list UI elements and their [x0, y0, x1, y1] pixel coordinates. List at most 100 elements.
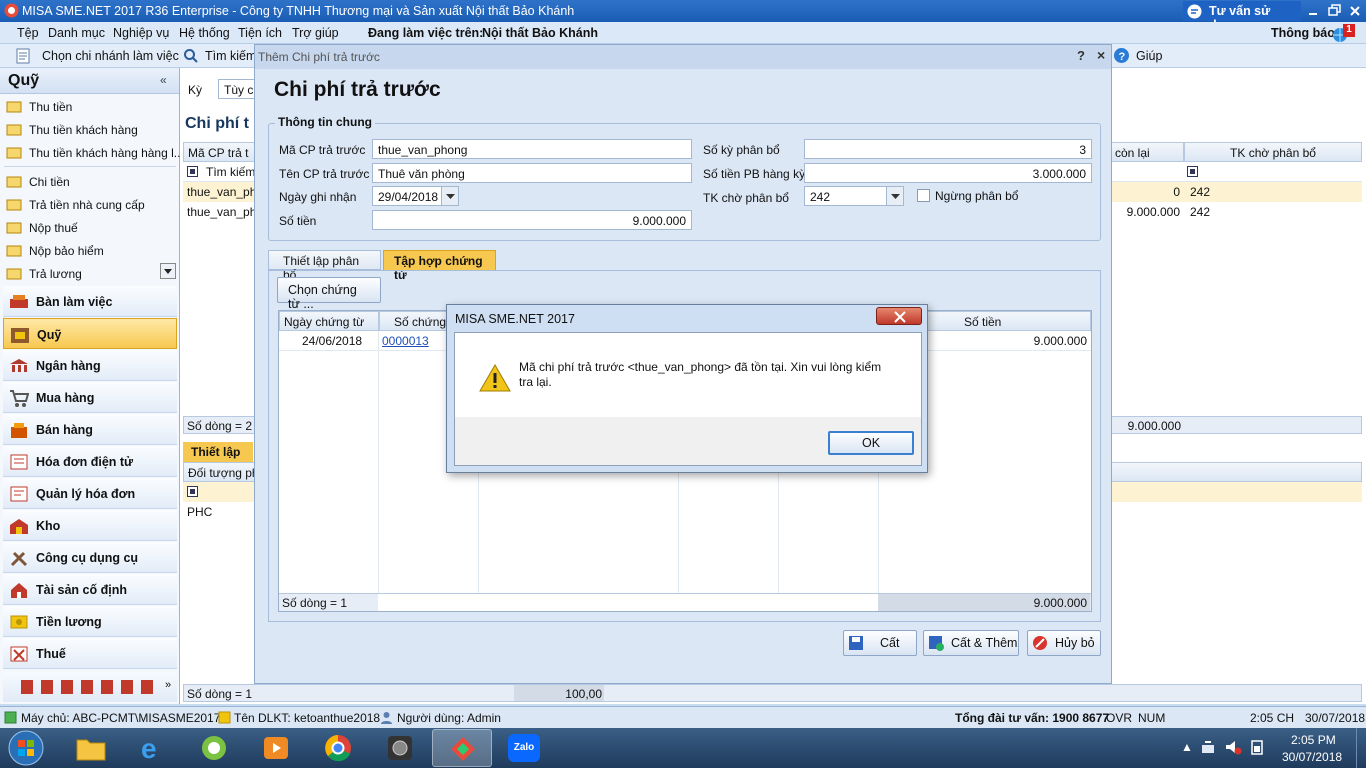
col-account-header[interactable]: TK chờ phân bổ: [1184, 142, 1362, 162]
branch-button[interactable]: Chọn chi nhánh làm việc: [42, 49, 179, 63]
menu-system[interactable]: Hệ thống: [179, 26, 230, 40]
tab-allocation-setup[interactable]: Thiết lập phân bổ: [268, 250, 381, 282]
module-warehouse[interactable]: Kho: [3, 510, 177, 541]
ie-taskbar-button[interactable]: e: [122, 729, 182, 767]
code-input[interactable]: thue_van_phong: [372, 139, 692, 159]
lp-item-label: Trả tiền nhà cung cấp: [29, 198, 145, 212]
module-label: Tài sản cố định: [36, 583, 127, 597]
row-docno-link[interactable]: 0000013: [382, 334, 429, 348]
tray-expand-icon[interactable]: ▲: [1181, 740, 1193, 754]
module-cash[interactable]: Quỹ: [3, 318, 177, 349]
error-message-box: MISA SME.NET 2017 Mã chi phí trả trước <…: [446, 304, 928, 473]
module-invoice-mgmt[interactable]: Quản lý hóa đơn: [3, 478, 177, 509]
menu-operations[interactable]: Nghiệp vụ: [113, 26, 169, 40]
coccoc-taskbar-button[interactable]: [184, 729, 244, 767]
module-einvoice[interactable]: Hóa đơn điện tử: [3, 446, 177, 477]
filter-checkbox[interactable]: [187, 486, 198, 497]
filter-search-label[interactable]: Tìm kiếm: [206, 165, 255, 179]
msgbox-close-button[interactable]: [876, 307, 922, 325]
module-tools[interactable]: Công cụ dụng cụ: [3, 542, 177, 573]
lp-item-tra-luong[interactable]: Trả lương: [0, 263, 178, 285]
cancel-button[interactable]: Hủy bỏ: [1027, 630, 1101, 656]
scroll-down-button[interactable]: [160, 263, 176, 279]
lp-item-thu-tien[interactable]: Thu tiền: [0, 96, 178, 118]
object-cell[interactable]: PHC: [187, 505, 212, 519]
num-indicator: NUM: [1138, 711, 1166, 725]
stop-checkbox[interactable]: [917, 189, 930, 202]
collapse-icon[interactable]: «: [160, 73, 167, 87]
save-button[interactable]: Cất: [843, 630, 917, 656]
left-panel-title: Quỹ: [8, 72, 40, 89]
name-input[interactable]: Thuê văn phòng: [372, 163, 692, 183]
col-object-header[interactable]: Đối tượng ph: [183, 462, 255, 482]
consult-button[interactable]: Tư vấn sử dụng: [1183, 1, 1301, 32]
menu-help[interactable]: Trợ giúp: [292, 26, 339, 40]
battery-icon[interactable]: [1249, 739, 1265, 755]
module-payroll[interactable]: Tiền lương: [3, 606, 177, 637]
coccoc-icon: [202, 736, 226, 760]
dialog-title: Thêm Chi phí trả trước: [258, 50, 380, 64]
ok-button[interactable]: OK: [828, 431, 914, 455]
more-modules-icon[interactable]: »: [165, 679, 171, 691]
help-button[interactable]: Giúp: [1136, 49, 1162, 63]
tab-setup[interactable]: Thiết lập p: [183, 442, 253, 473]
network-icon[interactable]: [1200, 739, 1216, 755]
restore-button[interactable]: [1325, 2, 1343, 20]
clock-time[interactable]: 2:05 PM: [1291, 733, 1336, 747]
per-period-input[interactable]: 3.000.000: [804, 163, 1092, 183]
notify-label[interactable]: Thông báo: [1271, 26, 1335, 40]
col-date-header[interactable]: Ngày chứng từ: [279, 311, 379, 331]
col-remaining-header[interactable]: còn lại: [1110, 142, 1184, 162]
lp-item-thu-tien-kh[interactable]: Thu tiền khách hàng: [0, 119, 178, 141]
close-window-button[interactable]: [1346, 2, 1364, 20]
amount-input[interactable]: 9.000.000: [372, 210, 692, 230]
dialog-help-icon[interactable]: ?: [1077, 48, 1085, 63]
explorer-taskbar-button[interactable]: [60, 729, 120, 767]
module-purchase[interactable]: Mua hàng: [3, 382, 177, 413]
mini-module-icons[interactable]: [21, 680, 161, 694]
menu-file[interactable]: Tệp: [17, 26, 39, 40]
payroll-icon: [10, 615, 28, 629]
group-title: Thông tin chung: [275, 115, 375, 129]
misa-icon: [451, 737, 475, 761]
col-code-header[interactable]: Mã CP trả t: [183, 142, 255, 162]
lp-item-chi-tien[interactable]: Chi tiền: [0, 171, 178, 193]
camera-taskbar-button[interactable]: [370, 729, 430, 767]
minimize-button[interactable]: [1304, 2, 1322, 20]
lp-item-nop-bao-hiem[interactable]: Nộp bảo hiểm: [0, 240, 178, 262]
period-select[interactable]: Tùy ch: [218, 79, 258, 99]
lp-item-nop-thue[interactable]: Nộp thuế: [0, 217, 178, 239]
tab-collect-docs[interactable]: Tập hợp chứng từ: [383, 250, 496, 282]
date-dropdown-button[interactable]: [441, 187, 458, 205]
chrome-icon: [325, 735, 351, 762]
media-taskbar-button[interactable]: [246, 729, 306, 767]
filter-checkbox[interactable]: [1187, 166, 1198, 177]
notify-badge: 1: [1343, 24, 1355, 37]
zalo-taskbar-button[interactable]: Zalo: [494, 729, 554, 767]
misa-taskbar-button[interactable]: [432, 729, 492, 767]
module-desk[interactable]: Bàn làm việc: [3, 286, 177, 317]
volume-muted-icon[interactable]: [1224, 739, 1242, 755]
choose-docs-button[interactable]: Chọn chứng từ ...: [277, 277, 381, 311]
dialog-close-icon[interactable]: ×: [1097, 47, 1105, 63]
save-add-button[interactable]: Cất & Thêm: [923, 630, 1019, 656]
invoice-icon: [10, 486, 28, 502]
grid-total: 9.000.000: [1033, 596, 1087, 610]
module-fixed-assets[interactable]: Tài sản cố định: [3, 574, 177, 605]
account-dropdown-button[interactable]: [886, 187, 903, 205]
module-sales[interactable]: Bán hàng: [3, 414, 177, 445]
menu-catalog[interactable]: Danh mục: [48, 26, 105, 40]
module-tax[interactable]: Thuế: [3, 638, 177, 669]
lp-item-tra-tien-ncc[interactable]: Trả tiền nhà cung cấp: [0, 194, 178, 216]
menu-utilities[interactable]: Tiện ích: [238, 26, 282, 40]
module-bank[interactable]: Ngân hàng: [3, 350, 177, 381]
periods-input[interactable]: 3: [804, 139, 1092, 159]
chrome-taskbar-button[interactable]: [308, 729, 368, 767]
show-desktop-button[interactable]: [1356, 728, 1366, 768]
filter-checkbox[interactable]: [187, 166, 198, 177]
start-button[interactable]: [6, 730, 46, 766]
lp-item-thu-tien-kh-l[interactable]: Thu tiền khách hàng hàng l...: [0, 142, 184, 164]
clock-date[interactable]: 30/07/2018: [1282, 750, 1342, 764]
left-panel-header: Quỹ «: [0, 68, 179, 94]
search-button[interactable]: Tìm kiếm: [205, 49, 256, 63]
